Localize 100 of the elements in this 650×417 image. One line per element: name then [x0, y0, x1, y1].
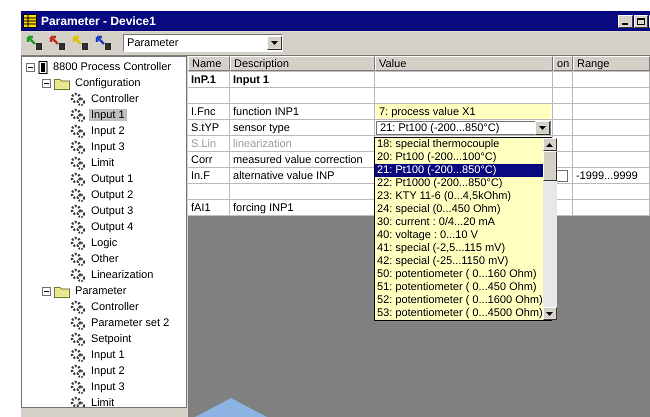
gear-icon	[70, 124, 86, 138]
scroll-down-icon[interactable]	[546, 312, 554, 316]
tree-item[interactable]: Parameter set 2	[89, 317, 172, 329]
dropdown-option[interactable]: 40: voltage : 0...10 V	[375, 229, 543, 242]
gear-icon	[70, 396, 86, 407]
table-cell: S.Lin	[191, 138, 216, 150]
table-cell: linearization	[233, 138, 292, 150]
table-cell: sensor type	[233, 122, 290, 134]
dropdown-option[interactable]: 23: KTY 11-6 (0...4,5kOhm)	[375, 190, 543, 203]
table-cell: measured value correction	[233, 154, 363, 166]
table-cell: In.F	[191, 170, 210, 182]
collapse-toggle-icon[interactable]	[26, 62, 35, 72]
table-cell: forcing INP1	[233, 202, 294, 214]
tree-item[interactable]: Controller	[89, 93, 141, 105]
gear-icon	[70, 172, 86, 186]
table-cell: fAI1	[191, 202, 211, 214]
dropdown-arrow-icon	[271, 41, 278, 45]
dropdown-option[interactable]: 24: special (0...450 Ohm)	[375, 203, 543, 216]
window-title: Parameter - Device1	[41, 14, 157, 28]
dropdown-option[interactable]: 51: potentiometer ( 0...450 Ohm)	[375, 281, 543, 294]
column-header[interactable]: Range	[573, 56, 650, 71]
value-field[interactable]: 7: process value X1	[376, 104, 551, 119]
column-header[interactable]: Description	[230, 56, 375, 71]
tree-item[interactable]: Limit	[89, 157, 116, 169]
gear-icon	[70, 236, 86, 250]
tree-item[interactable]: Linearization	[89, 269, 156, 281]
collapse-toggle-icon[interactable]	[42, 78, 51, 88]
device-icon	[38, 60, 48, 74]
tree-item[interactable]: 8800 Process Controller	[51, 61, 174, 73]
gear-icon	[70, 92, 86, 106]
dropdown-option[interactable]: 42: special (-25...1150 mV)	[375, 255, 543, 268]
tree-item[interactable]: Input 2	[89, 125, 127, 137]
tree-item[interactable]: Output 3	[89, 205, 136, 217]
table-cell: -1999...9999	[576, 170, 638, 182]
callout-pointer-icon	[195, 398, 267, 417]
tree-item[interactable]: Input 3	[89, 381, 127, 393]
dropdown-option[interactable]: 50: potentiometer ( 0...160 Ohm)	[375, 268, 543, 281]
tree-item[interactable]: Limit	[89, 397, 116, 407]
dropdown-option[interactable]: 30: current : 0/4...20 mA	[375, 216, 543, 229]
tree-item[interactable]: Input 1	[89, 349, 127, 361]
gear-icon	[70, 220, 86, 234]
gear-icon	[70, 300, 86, 314]
folder-icon	[54, 284, 70, 298]
scroll-up-icon[interactable]	[546, 142, 554, 146]
tree-item[interactable]: Setpoint	[89, 333, 134, 345]
gear-icon	[70, 380, 86, 394]
toolbar-button[interactable]	[48, 34, 68, 52]
tree-item[interactable]: Output 1	[89, 173, 136, 185]
table-cell: function INP1	[233, 106, 300, 118]
dropdown-option[interactable]: 22: Pt1000 (-200...850°C)	[375, 177, 543, 190]
tree-item[interactable]: Logic	[89, 237, 120, 249]
tree-item[interactable]: Input 2	[89, 365, 127, 377]
folder-icon	[54, 76, 70, 90]
dropdown-option[interactable]: 18: special thermocouple	[375, 138, 543, 151]
tree-item[interactable]: Input 3	[89, 141, 127, 153]
view-selector[interactable]: Parameter	[123, 34, 283, 52]
gear-icon	[70, 348, 86, 362]
minimize-button[interactable]	[618, 14, 633, 28]
column-header[interactable]: on	[553, 56, 573, 71]
dropdown-option[interactable]: 52: potentiometer ( 0...1600 Ohm)	[375, 294, 543, 307]
tree-item[interactable]: Controller	[89, 301, 141, 313]
collapse-toggle-icon[interactable]	[42, 286, 51, 296]
toolbar-button[interactable]	[94, 34, 114, 52]
gear-icon	[70, 204, 86, 218]
checkbox[interactable]	[556, 170, 568, 182]
gear-icon	[70, 140, 86, 154]
tree-item[interactable]: Output 2	[89, 189, 136, 201]
column-header[interactable]: Name	[188, 56, 230, 71]
gear-icon	[70, 156, 86, 170]
dropdown-option[interactable]: 20: Pt100 (-200...100°C)	[375, 151, 543, 164]
table-cell: alternative value INP	[233, 170, 334, 182]
gear-icon	[70, 268, 86, 282]
gear-icon	[70, 332, 86, 346]
tree-item[interactable]: Input 1	[89, 109, 127, 121]
maximize-button[interactable]	[634, 14, 648, 28]
gear-icon	[70, 188, 86, 202]
scroll-thumb[interactable]	[542, 151, 557, 181]
dropdown-option[interactable]: 53: potentiometer ( 0...4500 Ohm)	[375, 307, 543, 320]
table-icon	[23, 14, 37, 28]
toolbar-button[interactable]	[25, 34, 45, 52]
scrollbar[interactable]	[542, 138, 557, 320]
gear-icon	[70, 364, 86, 378]
value-combo-box[interactable]: 21: Pt100 (-200...850°C)	[376, 120, 551, 134]
table-cell: Input 1	[233, 74, 270, 86]
table-cell: Corr	[191, 154, 212, 166]
dropdown-option[interactable]: 21: Pt100 (-200...850°C)	[375, 164, 543, 177]
table-cell: InP.1	[191, 74, 216, 86]
tree-item[interactable]: Parameter	[73, 285, 128, 297]
toolbar-button[interactable]	[71, 34, 91, 52]
tree-item[interactable]: Configuration	[73, 77, 142, 89]
column-header[interactable]: Value	[375, 56, 553, 71]
table-cell: I.Fnc	[191, 106, 216, 118]
dropdown-option[interactable]: 41: special (-2,5...115 mV)	[375, 242, 543, 255]
dropdown-arrow-icon	[539, 126, 546, 130]
gear-icon	[70, 316, 86, 330]
maximize-icon[interactable]	[637, 18, 645, 24]
gear-icon	[70, 252, 86, 266]
table-cell: S.tYP	[191, 122, 220, 134]
tree-item[interactable]: Other	[89, 253, 121, 265]
tree-item[interactable]: Output 4	[89, 221, 136, 233]
